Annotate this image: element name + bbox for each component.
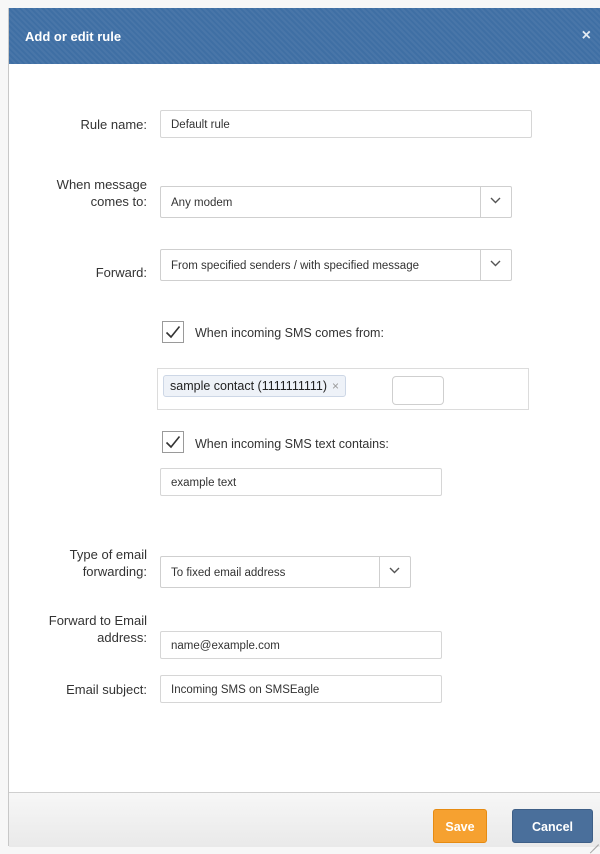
forward-value: From specified senders / with specified … <box>171 260 419 272</box>
message-to-label-line1: When message <box>56 177 147 192</box>
contact-tag: sample contact (1111111111) × <box>163 375 347 397</box>
chevron-down-icon[interactable] <box>480 250 511 280</box>
message-to-select[interactable]: Any modem <box>160 186 512 218</box>
chevron-down-icon[interactable] <box>480 187 511 217</box>
dialog-title-bar[interactable]: Add or edit rule × <box>9 8 600 64</box>
email-subject-input[interactable]: Incoming SMS on SMSEagle <box>160 675 442 703</box>
forward-select[interactable]: From specified senders / with specified … <box>160 249 512 281</box>
message-to-label-line2: comes to: <box>90 194 147 209</box>
contact-tag-label: sample contact (1111111111) <box>170 379 328 393</box>
forward-email-input[interactable]: name@example.com <box>160 631 442 659</box>
forward-label: Forward: <box>95 265 147 280</box>
sender-condition-label: When incoming SMS comes from: <box>195 326 384 340</box>
checkmark-icon <box>165 325 181 339</box>
text-condition-label: When incoming SMS text contains: <box>195 437 389 451</box>
forward-email-label-line2: address: <box>97 630 147 645</box>
resize-grip-icon[interactable] <box>589 835 599 854</box>
email-forwarding-type-value: To fixed email address <box>171 567 286 579</box>
checkmark-icon <box>165 435 181 449</box>
add-edit-rule-dialog: Add or edit rule × Rule name: Default ru… <box>8 8 600 854</box>
message-to-value: Any modem <box>171 197 233 209</box>
sender-tag-input[interactable]: sample contact (1111111111) × <box>157 368 529 410</box>
forward-email-label-line1: Forward to Email <box>48 613 147 628</box>
dialog-footer: Save Cancel <box>9 792 600 854</box>
cancel-button[interactable]: Cancel <box>512 809 593 843</box>
email-forwarding-type-label-line1: Type of email <box>69 547 147 562</box>
email-subject-label: Email subject: <box>66 682 147 697</box>
forward-email-label: Forward to Email address: <box>19 612 147 646</box>
chevron-down-icon[interactable] <box>379 557 410 587</box>
dialog-title: Add or edit rule <box>25 29 122 44</box>
close-icon[interactable]: × <box>582 27 591 45</box>
email-forwarding-type-label: Type of email forwarding: <box>29 546 147 580</box>
text-condition-checkbox[interactable] <box>162 431 184 453</box>
rule-name-input[interactable]: Default rule <box>160 110 532 138</box>
text-condition-input[interactable]: example text <box>160 468 442 496</box>
email-forwarding-type-select[interactable]: To fixed email address <box>160 556 411 588</box>
save-button[interactable]: Save <box>433 809 487 843</box>
email-forwarding-type-label-line2: forwarding: <box>82 564 147 579</box>
rule-name-label: Rule name: <box>80 117 147 132</box>
sender-condition-checkbox[interactable] <box>162 321 184 343</box>
message-to-label: When message comes to: <box>29 176 147 210</box>
remove-tag-icon[interactable]: × <box>332 379 339 393</box>
sender-search-input[interactable] <box>392 376 444 405</box>
